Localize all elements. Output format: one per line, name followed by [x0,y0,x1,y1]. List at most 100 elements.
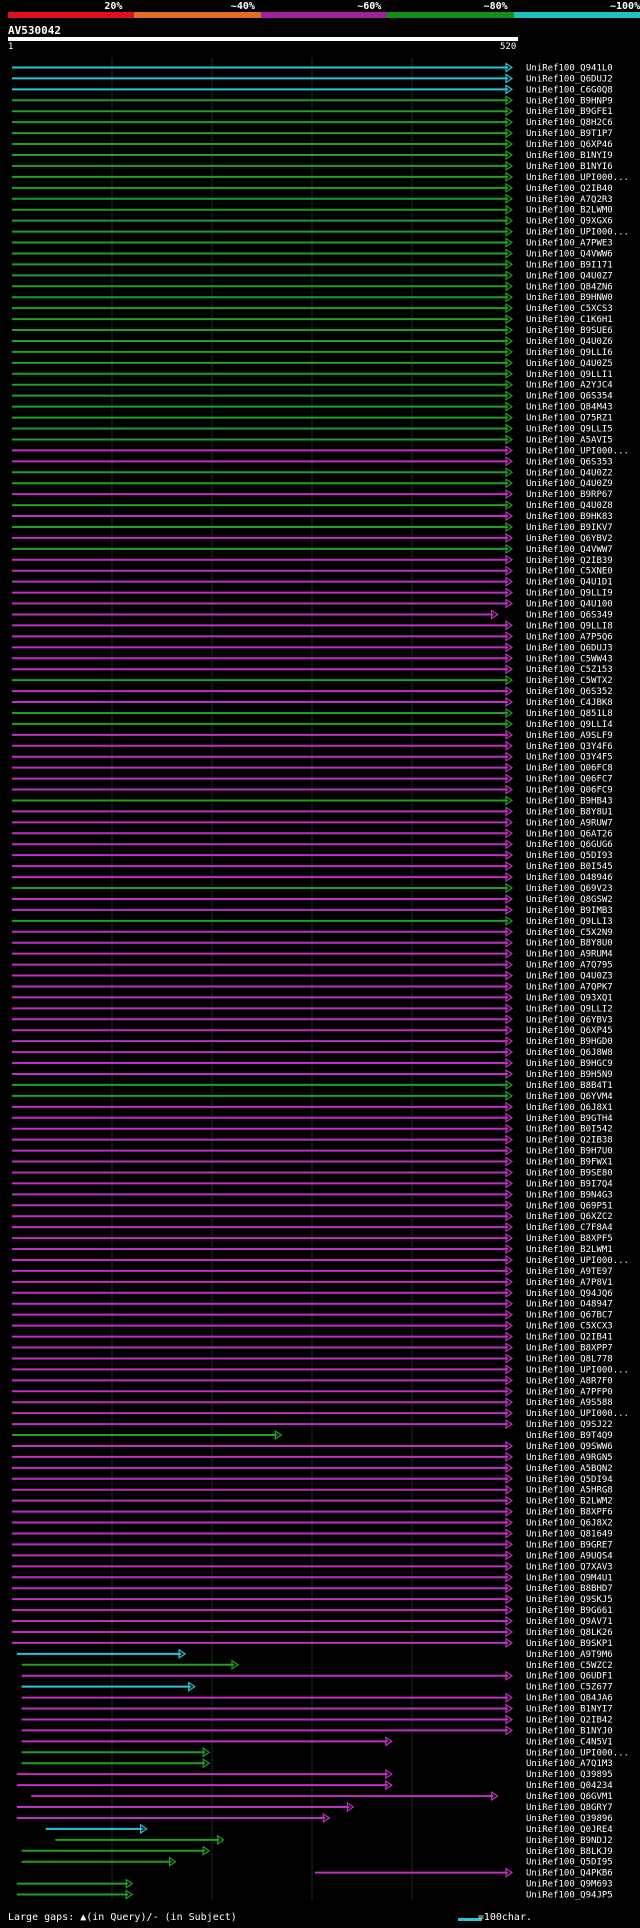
hit-label: UniRef100_Q941L0 [526,63,613,73]
hit-label: UniRef100_Q9LLI2 [526,1004,613,1014]
hit-label: UniRef100_UPI000... [526,1409,629,1419]
hit-label: UniRef100_C4N5V1 [526,1737,613,1747]
hit-label: UniRef100_Q9SJ22 [526,1420,613,1430]
hit-label: UniRef100_B9FWX1 [526,1158,613,1168]
hit-label: UniRef100_Q6XP45 [526,1026,613,1036]
hit-label: UniRef100_Q9LLI1 [526,370,613,380]
hit-label: UniRef100_UPI000... [526,228,629,238]
hit-label: UniRef100_Q2IB41 [526,1333,613,1343]
hit-label: UniRef100_B9HGD0 [526,1037,613,1047]
hit-label: UniRef100_Q4U0Z9 [526,479,613,489]
hit-label: UniRef100_Q851L8 [526,709,613,719]
hit-label: UniRef100_Q84M43 [526,403,613,413]
hit-label: UniRef100_A2YJC4 [526,381,613,391]
hit-label: UniRef100_C5WZC2 [526,1661,613,1671]
hit-label: UniRef100_B8BHD7 [526,1584,613,1594]
hit-label: UniRef100_Q4PKB6 [526,1869,613,1879]
hit-label: UniRef100_Q94JP5 [526,1891,613,1901]
hit-label: UniRef100_Q4U0Z7 [526,271,613,281]
hit-label: UniRef100_O48947 [526,1300,613,1310]
hit-label: UniRef100_B2LWM1 [526,1245,613,1255]
hit-label: UniRef100_B9IMB3 [526,906,613,916]
hit-label: UniRef100_Q6S353 [526,457,613,467]
hit-label: UniRef100_B9SUE6 [526,326,613,336]
hit-label: UniRef100_Q7XAV3 [526,1562,613,1572]
hit-label: UniRef100_B9SKP1 [526,1639,613,1649]
hit-label: UniRef100_Q84JA6 [526,1694,613,1704]
hit-label: UniRef100_A7QPK7 [526,982,613,992]
hit-label: UniRef100_C4JBK8 [526,698,613,708]
hit-label: UniRef100_Q69P51 [526,1201,613,1211]
hit-label: UniRef100_Q9AV71 [526,1617,613,1627]
hit-label: UniRef100_A7PFP0 [526,1387,613,1397]
hit-label: UniRef100_Q8LK26 [526,1628,613,1638]
hit-label: UniRef100_Q4U100 [526,600,613,610]
hit-label: UniRef100_Q4U0Z2 [526,468,613,478]
hit-label: UniRef100_A5AVI5 [526,435,613,445]
hit-label: UniRef100_A9UQS4 [526,1551,613,1561]
hit-label: UniRef100_UPI000... [526,1256,629,1266]
hit-label: UniRef100_B1NYI9 [526,151,613,161]
hit-label: UniRef100_B9H7U0 [526,1147,613,1157]
hit-label: UniRef100_Q6DUJ2 [526,74,613,84]
hit-label: UniRef100_UPI000... [526,1748,629,1758]
hit-label: UniRef100_Q9M4U1 [526,1573,613,1583]
hit-label: UniRef100_B8XPF5 [526,1234,613,1244]
hit-label: UniRef100_C7F8A4 [526,1223,613,1233]
hit-label: UniRef100_B2LWM2 [526,1497,613,1507]
hit-label: UniRef100_B9HB43 [526,796,613,806]
hit-label: UniRef100_Q8H2C6 [526,118,613,128]
hit-label: UniRef100_B8XPP7 [526,1344,613,1354]
hit-label: UniRef100_Q84ZN6 [526,282,613,292]
hit-label: UniRef100_O48946 [526,873,613,883]
hit-label: UniRef100_Q6GVM1 [526,1792,613,1802]
hit-label: UniRef100_B9RP67 [526,490,613,500]
hit-label: UniRef100_B9GRE7 [526,1540,613,1550]
hit-label: UniRef100_UPI000... [526,173,629,183]
hit-label: UniRef100_Q9LLI9 [526,589,613,599]
hit-label: UniRef100_C5XCS3 [526,304,613,314]
hit-label: UniRef100_Q4VWW6 [526,249,613,259]
hit-label: UniRef100_Q6YVM4 [526,1092,613,1102]
hit-label: UniRef100_Q9LLI4 [526,720,613,730]
hit-label: UniRef100_B9NDJ2 [526,1836,613,1846]
hit-label: UniRef100_Q69V23 [526,884,613,894]
hit-label: UniRef100_Q9XGX6 [526,217,613,227]
hit-label: UniRef100_B9GFE1 [526,107,613,117]
hit-label: UniRef100_Q75RZ1 [526,414,613,424]
hit-label: UniRef100_Q3Y4F6 [526,742,613,752]
hit-label: UniRef100_B1NYJ0 [526,1726,613,1736]
hit-label: UniRef100_A7Q795 [526,961,613,971]
hit-label: UniRef100_Q4U0Z6 [526,337,613,347]
hit-label: UniRef100_A9SLF9 [526,731,613,741]
hit-label: UniRef100_C5X2N9 [526,928,613,938]
hit-label: UniRef100_Q6YBV3 [526,1015,613,1025]
gap-legend: Large gaps: ▲(in Query)/- (in Subject) [8,1912,237,1923]
hit-label: UniRef100_Q2IB42 [526,1715,613,1725]
hit-label: UniRef100_UPI000... [526,446,629,456]
hit-label: UniRef100_A7PWE3 [526,239,613,249]
hit-label: UniRef100_Q6S349 [526,610,613,620]
hit-label: UniRef100_B8B4T1 [526,1081,613,1091]
hit-label: UniRef100_A7P5Q6 [526,632,613,642]
hit-label: UniRef100_A7P8V1 [526,1278,613,1288]
hit-label: UniRef100_Q8L778 [526,1354,613,1364]
hit-label: UniRef100_Q2IB39 [526,556,613,566]
hit-label: UniRef100_B9H5N9 [526,1070,613,1080]
hit-label: UniRef100_C5Z677 [526,1683,613,1693]
hit-label: UniRef100_Q06FC9 [526,786,613,796]
hit-label: UniRef100_C5Z153 [526,665,613,675]
hit-label: UniRef100_Q6GUG6 [526,840,613,850]
hit-label: UniRef100_B9T4Q9 [526,1431,613,1441]
hit-label: UniRef100_Q6XP46 [526,140,613,150]
hit-label: UniRef100_Q6J8X1 [526,1103,613,1113]
hit-label: UniRef100_Q4U1D1 [526,578,613,588]
hit-label: UniRef100_Q0JRE4 [526,1825,613,1835]
hit-label: UniRef100_Q5DI95 [526,1858,613,1868]
hit-label: UniRef100_Q9M693 [526,1880,613,1890]
hit-label: UniRef100_A9TE97 [526,1267,613,1277]
hit-label: UniRef100_B8Y8U0 [526,939,613,949]
hit-label: UniRef100_Q67BC7 [526,1311,613,1321]
hit-label: UniRef100_A5BQN2 [526,1464,613,1474]
hit-label: UniRef100_B0I542 [526,1125,613,1135]
